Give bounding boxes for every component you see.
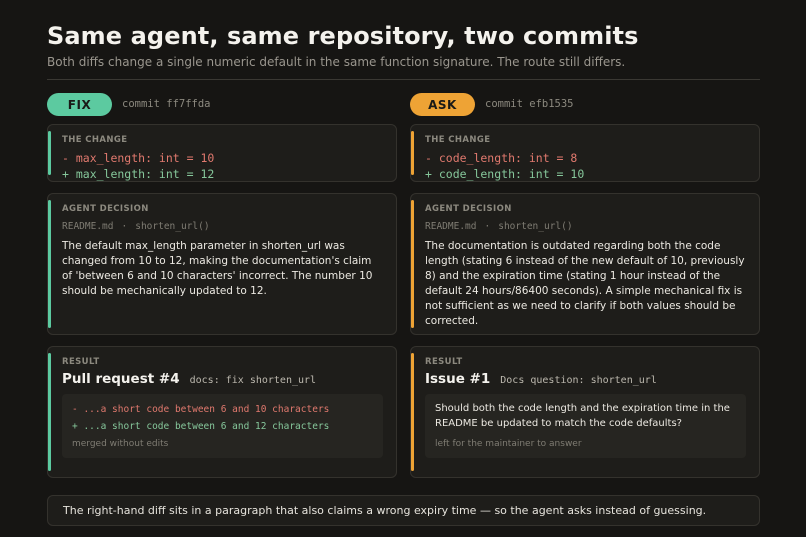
pr-diff-box: - ...a short code between 6 and 10 chara… [62, 394, 383, 458]
issue-link[interactable]: Issue #1 [425, 371, 490, 387]
pull-request-title: docs: fix shorten_url [189, 375, 317, 386]
decision-breadcrumb: README.md · shorten_url() [62, 221, 210, 232]
change-label: THE CHANGE [425, 135, 491, 145]
divider [47, 79, 760, 80]
diff-removed-line: - code_length: int = 8 [425, 151, 578, 165]
diff-added-line: + code_length: int = 10 [425, 167, 585, 181]
diff-added-line: + max_length: int = 12 [62, 167, 215, 181]
pr-added-line: + ...a short code between 6 and 12 chara… [72, 421, 330, 432]
file-name: README.md [62, 221, 114, 232]
change-label: THE CHANGE [62, 135, 128, 145]
decision-label: AGENT DECISION [425, 204, 512, 214]
diff-removed-line: - max_length: int = 10 [62, 151, 215, 165]
ask-decision-card: AGENT DECISION README.md · shorten_url() T… [410, 193, 760, 335]
pr-removed-line: - ...a short code between 6 and 10 chara… [72, 404, 330, 415]
function-name: shorten_url() [498, 221, 573, 232]
fix-badge: FIX [47, 93, 112, 116]
fix-decision-card: AGENT DECISION README.md · shorten_url() T… [47, 193, 397, 335]
footer-note: The right-hand diff sits in a paragraph … [47, 495, 760, 526]
ask-commit-hash: commit efb1535 [485, 98, 574, 110]
result-label: RESULT [425, 357, 463, 367]
issue-status-note: left for the maintainer to answer [435, 439, 582, 449]
pull-request-link[interactable]: Pull request #4 [62, 371, 180, 387]
footer-text: The right-hand diff sits in a paragraph … [63, 504, 707, 517]
fix-change-card: THE CHANGE - max_length: int = 10 + max_… [47, 124, 397, 182]
ask-badge: ASK [410, 93, 475, 116]
issue-title: Docs question: shorten_url [500, 375, 657, 386]
result-label: RESULT [62, 357, 100, 367]
ask-column: ASK commit efb1535 THE CHANGE - code_len… [410, 93, 760, 478]
fix-diff: - max_length: int = 10 + max_length: int… [62, 150, 215, 181]
fix-commit-hash: commit ff7ffda [122, 98, 211, 110]
function-name: shorten_url() [135, 221, 210, 232]
page-subtitle: Both diffs change a single numeric defau… [47, 55, 626, 69]
decision-label: AGENT DECISION [62, 204, 149, 214]
decision-breadcrumb: README.md · shorten_url() [425, 221, 573, 232]
ask-header: ASK commit efb1535 [410, 93, 760, 116]
fix-column: FIX commit ff7ffda THE CHANGE - max_leng… [47, 93, 397, 478]
ask-diff: - code_length: int = 8 + code_length: in… [425, 150, 585, 181]
separator: · [484, 221, 491, 232]
result-title-row: Pull request #4 docs: fix shorten_url [62, 371, 316, 387]
fix-header: FIX commit ff7ffda [47, 93, 397, 116]
page-title: Same agent, same repository, two commits [47, 22, 639, 50]
result-title-row: Issue #1 Docs question: shorten_url [425, 371, 657, 387]
issue-question: Should both the code length and the expi… [435, 403, 730, 429]
ask-result-card: RESULT Issue #1 Docs question: shorten_u… [410, 346, 760, 478]
issue-body-box: Should both the code length and the expi… [425, 394, 746, 458]
decision-text: The default max_length parameter in shor… [62, 240, 373, 297]
separator: · [121, 221, 128, 232]
file-name: README.md [425, 221, 477, 232]
pr-status-note: merged without edits [72, 439, 169, 449]
fix-result-card: RESULT Pull request #4 docs: fix shorten… [47, 346, 397, 478]
ask-change-card: THE CHANGE - code_length: int = 8 + code… [410, 124, 760, 182]
decision-text: The documentation is outdated regarding … [425, 240, 745, 327]
